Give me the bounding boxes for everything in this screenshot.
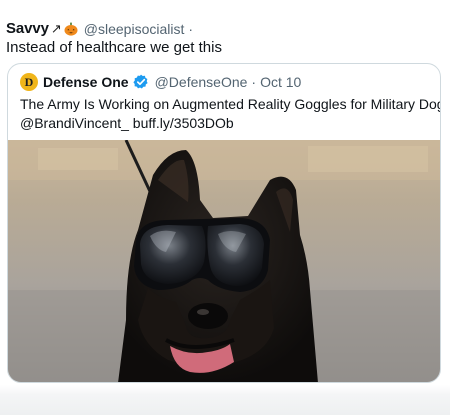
quoted-text-line: The Army Is Working on Augmented Reality… — [20, 96, 441, 112]
quoted-separator: · — [251, 74, 257, 90]
author-handle[interactable]: @sleepisocialist — [84, 18, 185, 40]
tweet-header: Savvy ↗ @sleepisocialist · — [6, 18, 193, 40]
quoted-date[interactable]: Oct 10 — [260, 74, 301, 90]
header-separator: · — [188, 21, 194, 37]
quoted-tweet-header: D Defense One @DefenseOne · Oct 10 — [20, 72, 301, 92]
quoted-avatar[interactable]: D — [20, 73, 38, 91]
quoted-tweet-text: The Army Is Working on Augmented Reality… — [20, 95, 441, 133]
name-emoji: ↗ — [50, 21, 62, 36]
tweet: Savvy ↗ @sleepisocialist · Instead of he… — [0, 0, 450, 415]
verified-badge-icon — [132, 74, 149, 90]
quoted-handle[interactable]: @DefenseOne — [155, 74, 248, 90]
quoted-tweet-card[interactable]: D Defense One @DefenseOne · Oct 10 The A… — [7, 63, 441, 383]
quoted-text-line-with-link[interactable]: @BrandiVincent_ buff.ly/3503DOb — [20, 114, 434, 133]
tweet-text: Instead of healthcare we get this — [6, 39, 222, 56]
quoted-display-name[interactable]: Defense One — [43, 74, 129, 90]
dog-photo — [8, 140, 440, 382]
pumpkin-icon — [64, 22, 78, 36]
author-display-name[interactable]: Savvy — [6, 18, 49, 40]
quoted-media-image[interactable] — [8, 140, 440, 382]
